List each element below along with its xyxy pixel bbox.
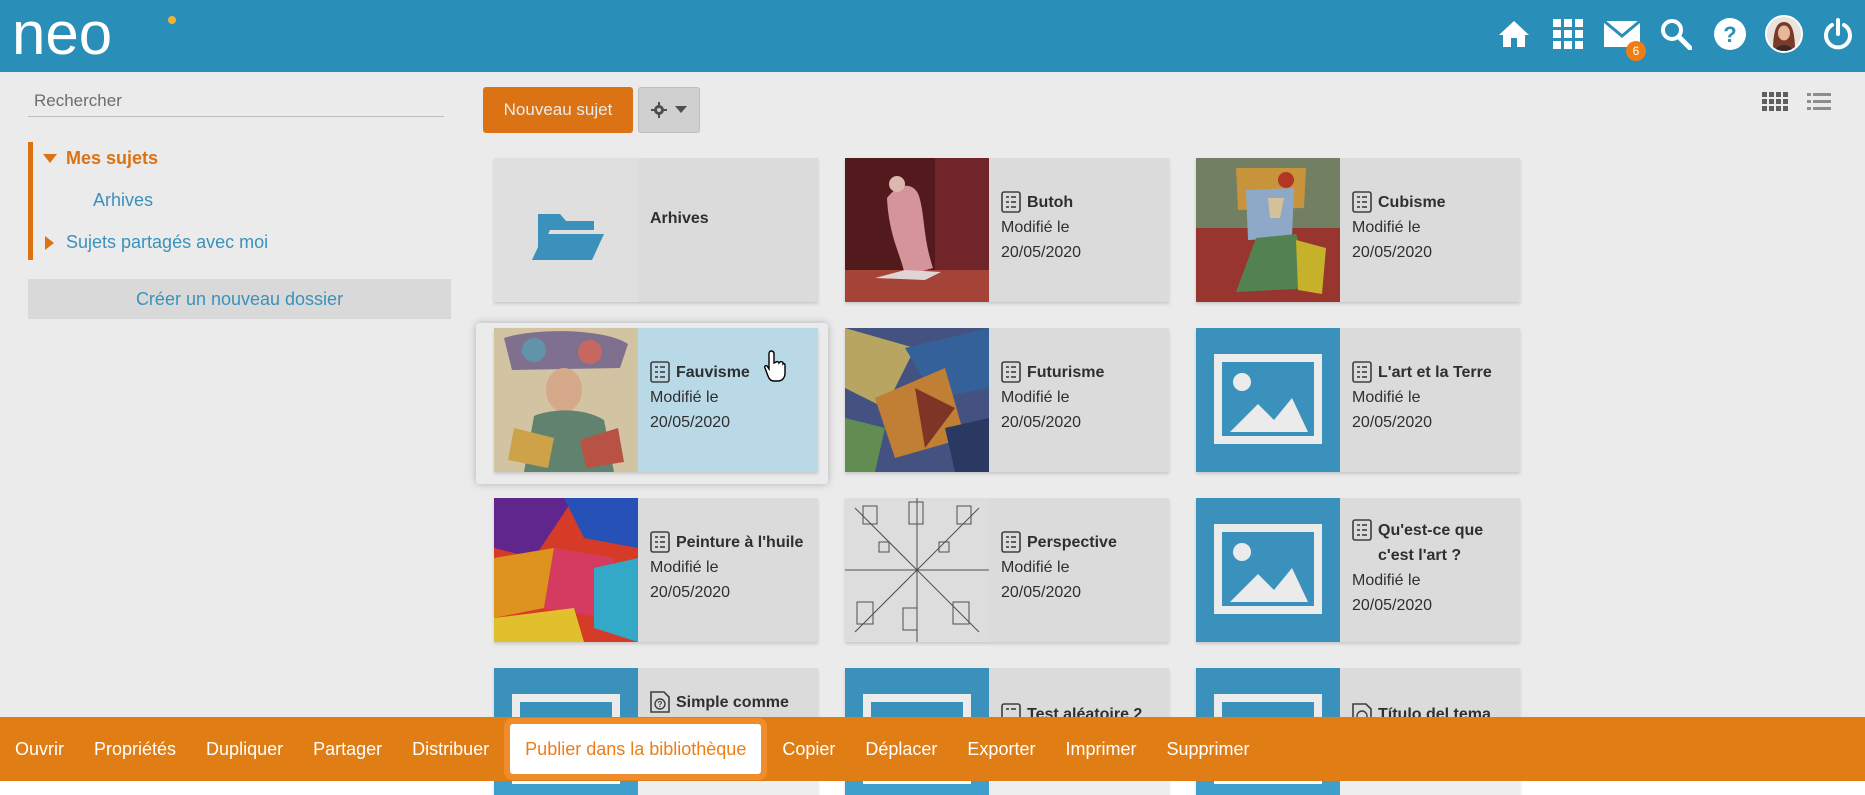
subject-doc-icon <box>1001 361 1021 383</box>
svg-text:?: ? <box>1723 22 1736 47</box>
card-modified-label: Modifié le <box>1352 219 1421 236</box>
action-partager[interactable]: Partager <box>298 717 397 781</box>
card-modified-label: Modifié le <box>1352 389 1421 406</box>
card-date: 20/05/2020 <box>1001 414 1082 431</box>
collapsed-arrow-icon <box>45 235 54 250</box>
folder-card-arhives[interactable]: Arhives <box>494 158 818 302</box>
card-title: Butoh <box>1027 194 1074 211</box>
subject-card-cubisme[interactable]: Cubisme Modifié le 20/05/2020 <box>1196 158 1520 302</box>
settings-dropdown-button[interactable] <box>638 87 700 133</box>
subject-thumbnail <box>845 498 989 642</box>
svg-text:?: ? <box>658 700 663 709</box>
card-modified-label: Modifié le <box>1001 389 1070 406</box>
list-view-icon[interactable] <box>1805 90 1833 114</box>
search-input[interactable] <box>28 86 444 117</box>
mail-icon[interactable]: 6 <box>1595 7 1649 61</box>
card-title: Qu'est-ce que c'est l'art ? <box>1378 522 1484 564</box>
card-modified-label: Modifié le <box>1001 219 1070 236</box>
subject-card-art-et-terre[interactable]: L'art et la Terre Modifié le 20/05/2020 <box>1196 328 1520 472</box>
home-icon[interactable] <box>1487 7 1541 61</box>
card-title: Arhives <box>650 210 709 227</box>
tree-item-label: Sujets partagés avec moi <box>66 232 269 252</box>
top-navigation-bar: neo 6 ? <box>0 0 1865 72</box>
tree-item-mes-sujets[interactable]: Mes sujets <box>43 148 158 169</box>
subject-card-butoh[interactable]: Butoh Modifié le 20/05/2020 <box>845 158 1169 302</box>
card-date: 20/05/2020 <box>650 414 731 431</box>
search-icon[interactable] <box>1649 7 1703 61</box>
tree-item-label: Mes sujets <box>66 148 159 168</box>
subject-doc-icon <box>650 361 670 383</box>
card-date: 20/05/2020 <box>1352 597 1433 614</box>
folder-open-icon <box>532 214 604 260</box>
user-menu[interactable] <box>1757 7 1811 61</box>
action-supprimer[interactable]: Supprimer <box>1151 717 1264 781</box>
subject-card-peinture-huile[interactable]: Peinture à l'huile Modifié le 20/05/2020 <box>494 498 818 642</box>
card-title: Cubisme <box>1378 194 1446 211</box>
mail-count-badge: 6 <box>1626 41 1646 61</box>
card-date: 20/05/2020 <box>650 584 731 601</box>
avatar <box>1765 15 1803 53</box>
action-distribuer[interactable]: Distribuer <box>397 717 504 781</box>
action-ouvrir[interactable]: Ouvrir <box>0 717 79 781</box>
subject-doc-icon <box>1001 531 1021 553</box>
apps-grid-icon[interactable] <box>1541 7 1595 61</box>
subject-thumbnail <box>845 158 989 302</box>
subject-card-perspective[interactable]: Perspective Modifié le 20/05/2020 <box>845 498 1169 642</box>
svg-text:neo: neo <box>12 4 112 64</box>
image-placeholder-icon <box>1214 524 1322 614</box>
tree-item-label: Arhives <box>93 190 154 210</box>
card-date: 20/05/2020 <box>1001 584 1082 601</box>
subject-thumbnail <box>1196 158 1340 302</box>
new-subject-button[interactable]: Nouveau sujet <box>483 87 633 133</box>
grid-view-icon[interactable] <box>1761 90 1789 114</box>
card-title: Perspective <box>1027 534 1117 551</box>
subject-doc-icon <box>1352 191 1372 213</box>
subject-card-futurisme[interactable]: Futurisme Modifié le 20/05/2020 <box>845 328 1169 472</box>
action-deplacer[interactable]: Déplacer <box>850 717 952 781</box>
subject-question-icon: ? <box>650 691 670 713</box>
action-proprietes[interactable]: Propriétés <box>79 717 191 781</box>
action-exporter[interactable]: Exporter <box>952 717 1050 781</box>
card-title: L'art et la Terre <box>1378 364 1492 381</box>
card-modified-label: Modifié le <box>650 559 719 576</box>
neo-logo[interactable]: neo <box>12 4 182 64</box>
card-modified-label: Modifié le <box>1352 572 1421 589</box>
folder-thumbnail <box>494 158 638 302</box>
subject-card-quest-ce-que-lart[interactable]: Qu'est-ce que c'est l'art ? Modifié le 2… <box>1196 498 1520 642</box>
action-publier-bibliotheque[interactable]: Publier dans la bibliothèque <box>510 724 762 774</box>
power-icon[interactable] <box>1811 7 1865 61</box>
gear-icon <box>651 102 667 118</box>
card-date: 20/05/2020 <box>1001 244 1082 261</box>
expanded-arrow-icon <box>43 154 57 163</box>
action-copier[interactable]: Copier <box>767 717 850 781</box>
action-imprimer[interactable]: Imprimer <box>1050 717 1151 781</box>
image-placeholder <box>1196 328 1340 472</box>
action-bar: Ouvrir Propriétés Dupliquer Partager Dis… <box>0 717 1865 781</box>
subject-doc-icon <box>1352 361 1372 383</box>
subject-doc-icon <box>1352 519 1372 541</box>
image-placeholder <box>1196 498 1340 642</box>
subject-doc-icon <box>650 531 670 553</box>
subject-thumbnail <box>494 328 638 472</box>
create-folder-button[interactable]: Créer un nouveau dossier <box>28 279 451 319</box>
card-date: 20/05/2020 <box>1352 244 1433 261</box>
chevron-down-icon <box>675 106 687 113</box>
card-modified-label: Modifié le <box>1001 559 1070 576</box>
card-title: Futurisme <box>1027 364 1105 381</box>
card-title: Simple comme <box>676 694 789 711</box>
subject-doc-icon <box>1001 191 1021 213</box>
action-dupliquer[interactable]: Dupliquer <box>191 717 298 781</box>
tree-item-partages[interactable]: Sujets partagés avec moi <box>45 232 268 253</box>
hand-cursor-icon <box>764 350 786 382</box>
image-placeholder-icon <box>1214 354 1322 444</box>
card-date: 20/05/2020 <box>1352 414 1433 431</box>
subject-thumbnail <box>845 328 989 472</box>
card-modified-label: Modifié le <box>650 389 719 406</box>
tree-item-arhives[interactable]: Arhives <box>93 190 153 211</box>
folder-tree: Mes sujets Arhives Sujets partagés avec … <box>28 142 448 260</box>
subject-thumbnail <box>494 498 638 642</box>
help-icon[interactable]: ? <box>1703 7 1757 61</box>
card-title: Peinture à l'huile <box>676 534 804 551</box>
card-title: Fauvisme <box>676 364 750 381</box>
